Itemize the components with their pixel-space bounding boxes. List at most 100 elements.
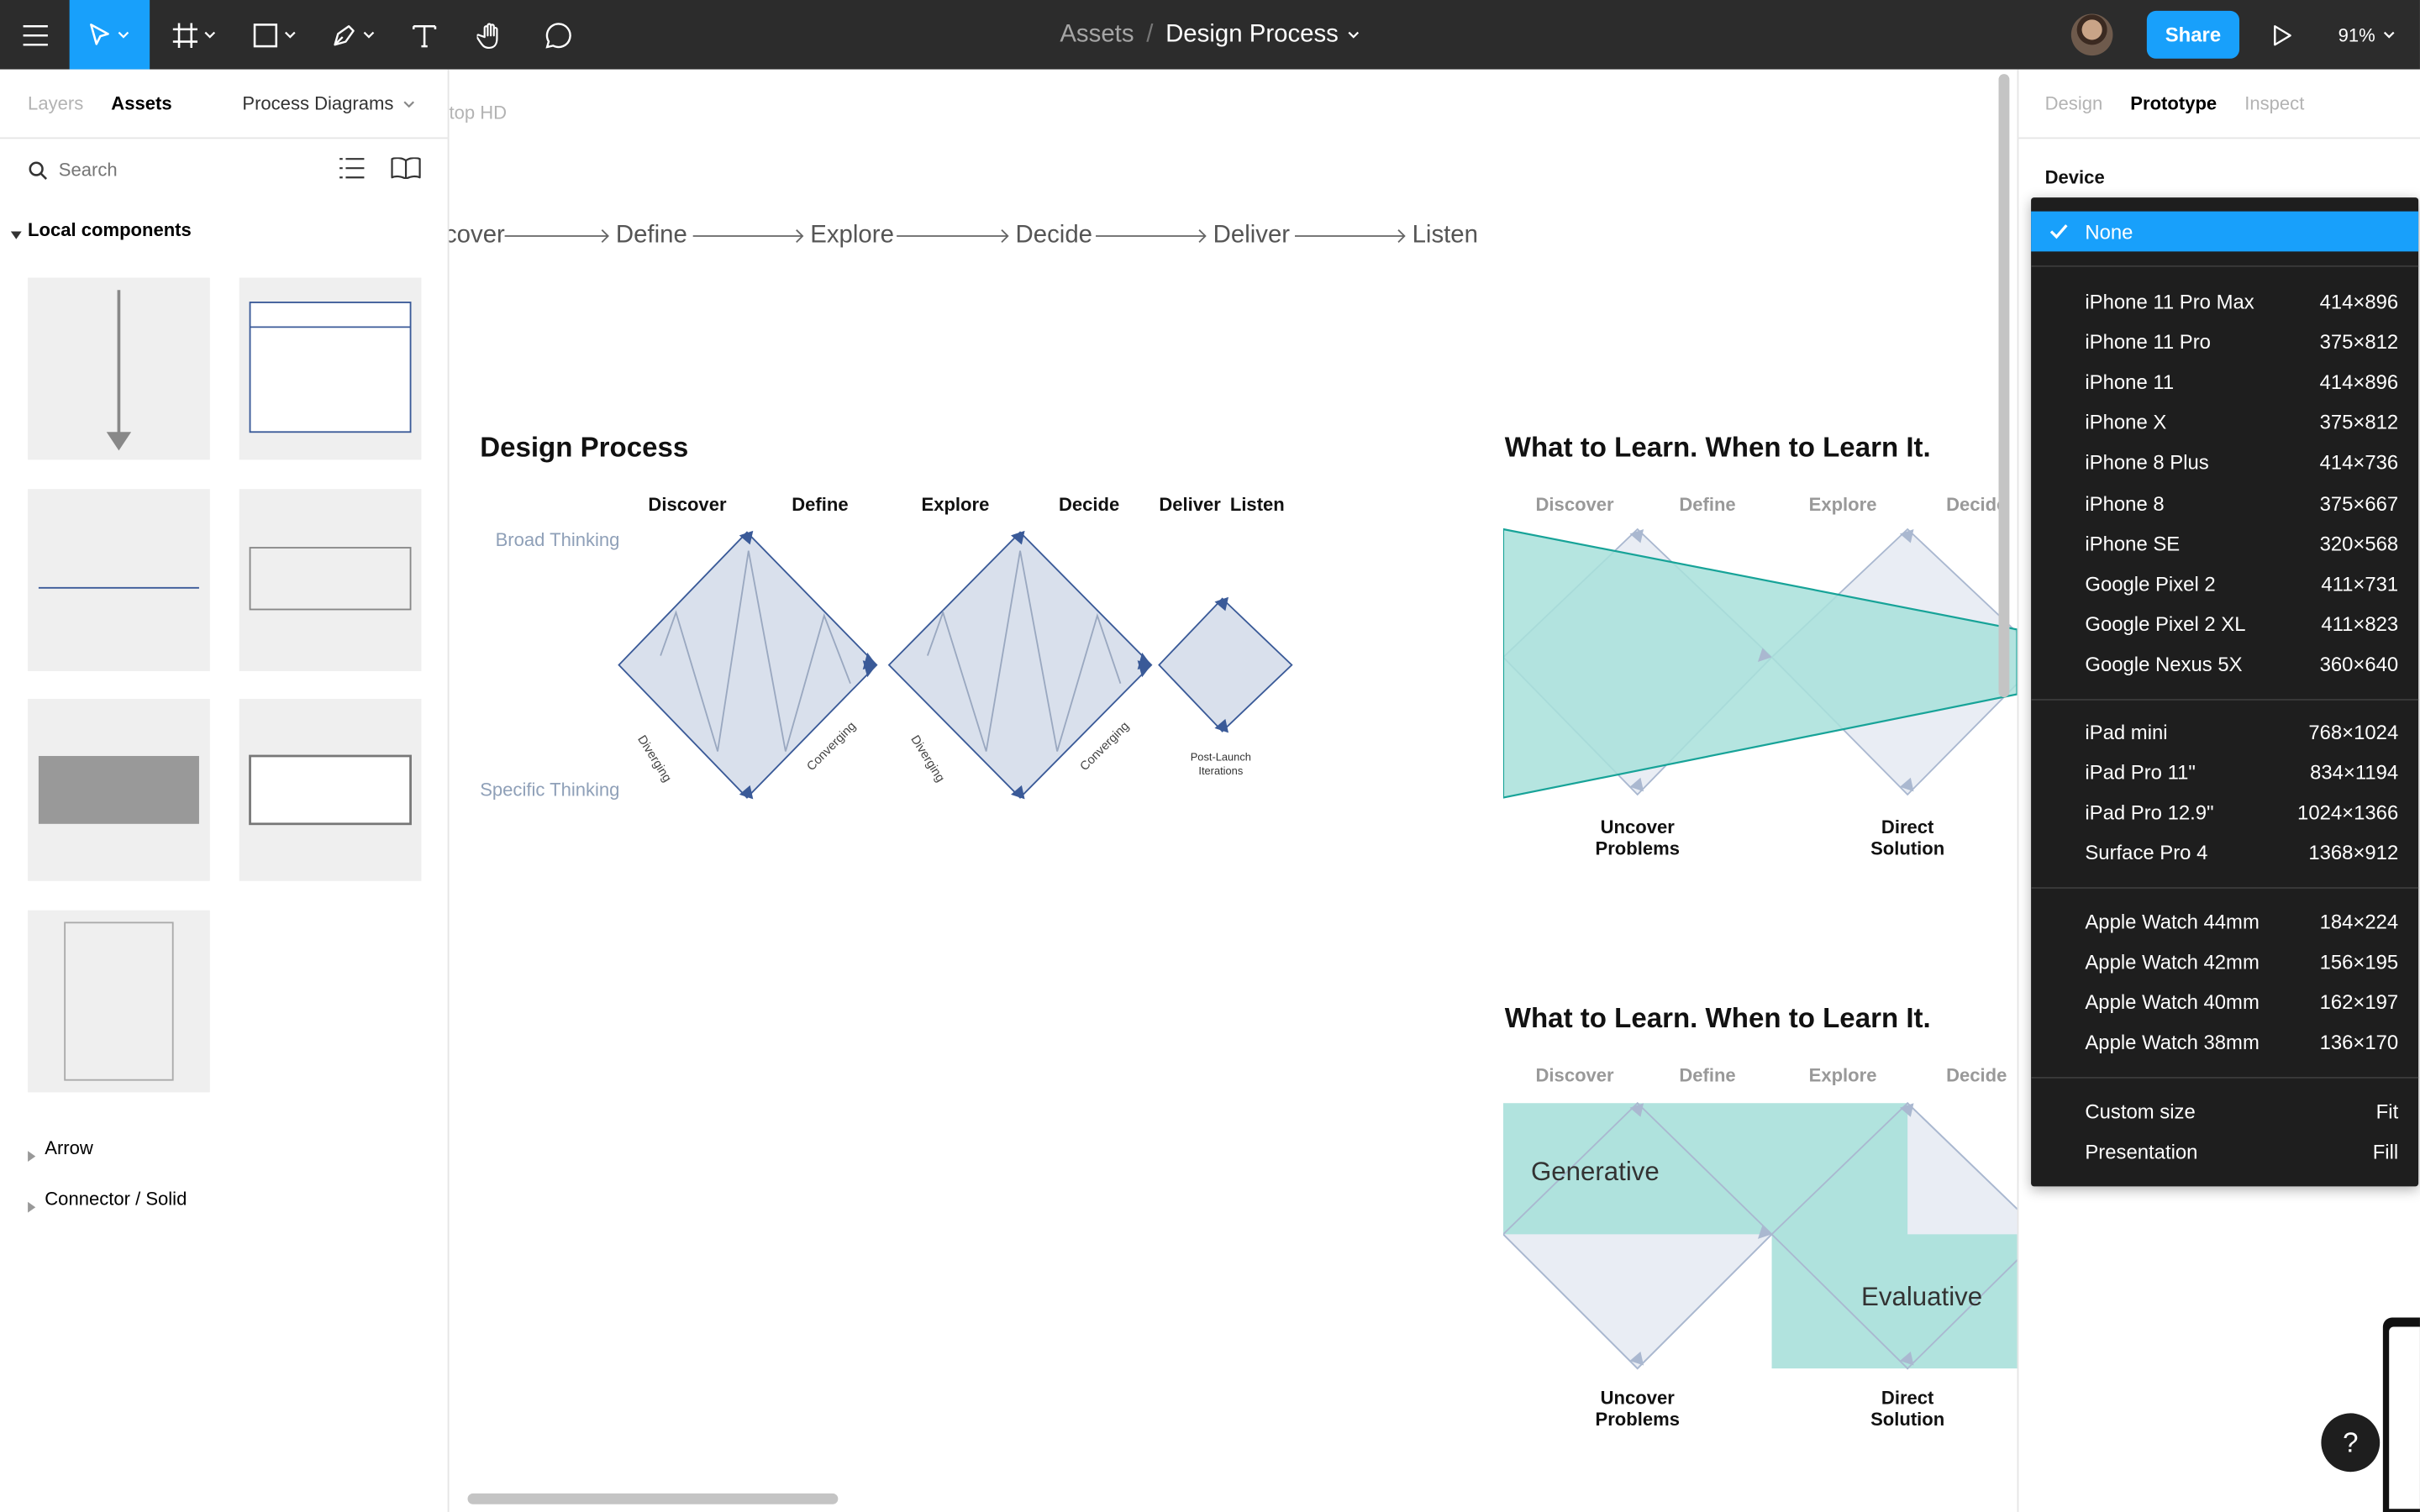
device-option-size: 411×823 (2321, 612, 2399, 636)
breadcrumb-project[interactable]: Assets (1060, 21, 1134, 49)
share-button[interactable]: Share (2146, 10, 2240, 59)
device-option-label: Google Nexus 5X (2085, 653, 2243, 677)
device-option-label: iPad mini (2085, 719, 2168, 743)
divider (0, 137, 448, 139)
expand-triangle-icon[interactable] (28, 1142, 37, 1169)
frame-tool-button[interactable] (164, 0, 225, 70)
section-local-components[interactable]: Local components (28, 219, 192, 241)
caption-line: Direct (1881, 816, 1934, 838)
component-line[interactable] (28, 489, 210, 671)
expand-triangle-icon[interactable] (10, 221, 22, 249)
frame-label[interactable]: top HD (449, 102, 507, 123)
group-connector-solid[interactable]: Connector / Solid (45, 1188, 187, 1210)
zoom-level: 91% (2338, 24, 2375, 46)
pen-tool-button[interactable] (319, 0, 387, 70)
device-option[interactable]: iPhone 11 414×896 (2031, 362, 2418, 402)
device-option[interactable]: Apple Watch 38mm 136×170 (2031, 1022, 2418, 1063)
device-option[interactable]: Custom size Fit (2031, 1091, 2418, 1131)
learn-bottom-caption-uncover: Uncover Problems (1591, 1387, 1684, 1430)
user-avatar[interactable] (2070, 13, 2113, 56)
component-page[interactable] (28, 910, 210, 1093)
device-option[interactable]: iPad Pro 12.9" 1024×1366 (2031, 792, 2418, 832)
search-input[interactable] (58, 154, 306, 186)
present-button[interactable] (2263, 0, 2303, 70)
group-arrow[interactable]: Arrow (45, 1137, 93, 1159)
device-option[interactable]: iPhone 11 Pro Max 414×896 (2031, 281, 2418, 321)
device-option-label: iPhone X (2085, 410, 2167, 434)
zoom-dropdown[interactable]: 91% (2338, 0, 2396, 70)
text-t-icon (412, 24, 437, 47)
flow-arrows (504, 229, 1406, 244)
device-option[interactable]: Presentation Fill (2031, 1131, 2418, 1172)
expand-triangle-icon[interactable] (28, 1193, 37, 1221)
device-option[interactable]: iPad mini 768×1024 (2031, 711, 2418, 752)
right-panel-tabs: Design Prototype Inspect (2045, 70, 2333, 138)
tab-assets[interactable]: Assets (111, 92, 171, 114)
main-menu-button[interactable] (0, 0, 70, 70)
component-outline-box[interactable] (239, 489, 422, 671)
chevron-down-icon (285, 31, 296, 39)
device-option[interactable]: iPhone X 375×812 (2031, 402, 2418, 443)
device-option[interactable]: iPhone 8 Plus 414×736 (2031, 443, 2418, 483)
horizontal-scrollbar[interactable] (467, 1493, 839, 1504)
list-view-button[interactable] (339, 157, 365, 186)
post-launch-label: Post-Launch Iterations (1175, 751, 1267, 779)
device-option-size: 136×170 (2319, 1031, 2399, 1054)
device-option-size: 834×1194 (2310, 759, 2399, 784)
device-option-label: iPhone 11 (2085, 370, 2175, 394)
canvas[interactable]: top HD cover Define Explore Decide Deliv… (449, 69, 2018, 1512)
device-option-size: 1368×912 (2308, 841, 2399, 864)
device-option[interactable]: Apple Watch 42mm 156×195 (2031, 942, 2418, 982)
document-title-text: Design Process (1165, 20, 1339, 48)
tab-inspect[interactable]: Inspect (2244, 92, 2304, 114)
hand-tool-button[interactable] (468, 0, 514, 70)
device-option[interactable]: Apple Watch 40mm 162×197 (2031, 982, 2418, 1022)
shape-tool-button[interactable] (242, 0, 307, 70)
device-option-none[interactable]: None (2031, 211, 2419, 252)
text-tool-button[interactable] (402, 0, 448, 70)
move-tool-button[interactable] (69, 0, 150, 70)
device-option-size: 360×640 (2319, 653, 2399, 677)
tab-prototype[interactable]: Prototype (2130, 92, 2217, 114)
device-option[interactable]: Google Pixel 2 XL 411×823 (2031, 604, 2418, 644)
device-option[interactable]: Google Pixel 2 411×731 (2031, 564, 2418, 604)
device-option[interactable]: iPhone 11 Pro 375×812 (2031, 321, 2418, 361)
vertical-scrollbar[interactable] (1998, 74, 2010, 698)
phase-explore: Explore (921, 493, 990, 516)
comment-tool-button[interactable] (535, 0, 581, 70)
tab-layers[interactable]: Layers (28, 92, 83, 114)
post-launch-line-2: Iterations (1198, 766, 1244, 778)
device-option[interactable]: iPad Pro 11" 834×1194 (2031, 752, 2418, 792)
device-option[interactable]: Surface Pro 4 1368×912 (2031, 832, 2418, 873)
toolbar: Assets / Design Process Share 91% (0, 0, 2420, 70)
caption-line: Problems (1595, 1408, 1680, 1431)
phase-decide: Decide (1058, 493, 1120, 516)
device-option[interactable]: iPhone 8 375×667 (2031, 483, 2418, 523)
device-option-size: 768×1024 (2308, 719, 2399, 743)
component-filled-box[interactable] (28, 699, 210, 881)
play-icon (2274, 24, 2291, 45)
library-selector[interactable]: Process Diagrams (242, 70, 415, 138)
component-white-box[interactable] (239, 699, 422, 881)
learn-bottom-phase-define: Define (1679, 1064, 1736, 1087)
device-option[interactable]: iPhone SE 320×568 (2031, 523, 2418, 564)
component-arrow-down[interactable] (28, 277, 210, 460)
phase-listen: Listen (1229, 493, 1285, 516)
component-window[interactable] (239, 277, 422, 460)
learn-top-title: What to Learn. When to Learn It. (1504, 432, 1931, 464)
device-option[interactable]: Google Nexus 5X 360×640 (2031, 644, 2418, 685)
learn-top-caption-direct: Direct Solution (1861, 816, 1954, 859)
tab-design[interactable]: Design (2045, 92, 2103, 114)
device-preview-thumbnail[interactable] (2382, 1317, 2420, 1512)
device-option-size: 320×568 (2319, 532, 2399, 555)
help-button[interactable]: ? (2321, 1413, 2381, 1473)
hand-icon (476, 22, 498, 49)
team-library-button[interactable] (391, 156, 422, 186)
learn-bottom-caption-direct: Direct Solution (1861, 1387, 1954, 1430)
device-option-label: Apple Watch 44mm (2085, 909, 2260, 933)
device-option-label: iPhone 8 Plus (2085, 450, 2209, 475)
device-option[interactable]: Apple Watch 44mm 184×224 (2031, 901, 2418, 942)
document-title[interactable]: Design Process (1165, 21, 1360, 49)
caption-line: Solution (1870, 837, 1945, 860)
menu-separator (2031, 1077, 2419, 1079)
